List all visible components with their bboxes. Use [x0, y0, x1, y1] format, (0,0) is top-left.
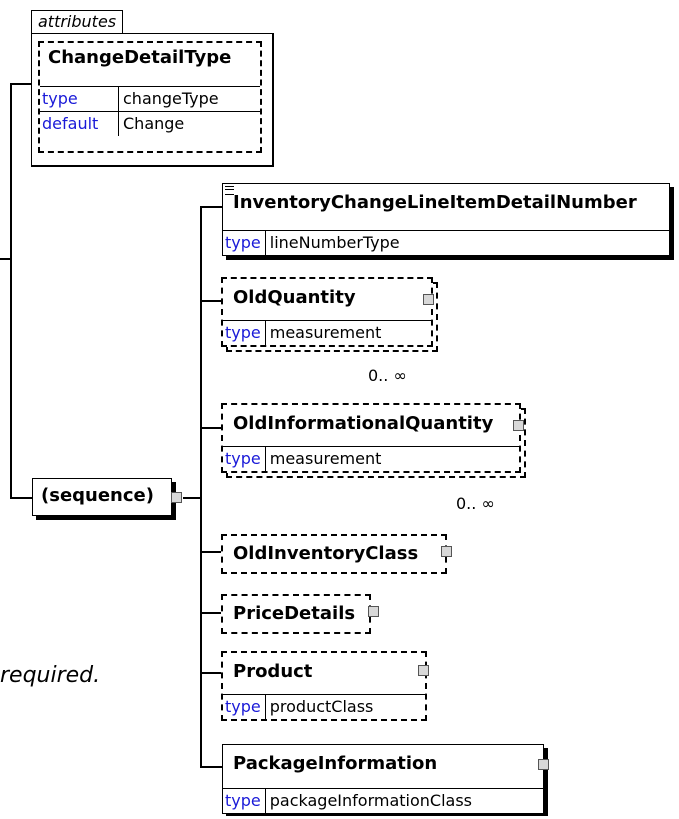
type-key: type — [223, 447, 266, 471]
price-details-expander-icon[interactable] — [368, 606, 379, 617]
element-name: OldInventoryClass — [233, 543, 419, 564]
old-informational-quantity-cardinality: 0.. ∞ — [456, 494, 495, 513]
connector-el-5 — [200, 612, 222, 614]
connector-sequence-vertical — [200, 206, 202, 766]
old-informational-quantity-expander-icon[interactable] — [513, 420, 524, 431]
old-quantity-cardinality: 0.. ∞ — [368, 366, 407, 385]
element-type-row: type productClass — [223, 694, 425, 719]
attributes-panel: ChangeDetailType type changeType default… — [31, 33, 274, 167]
connector-sequence-out — [183, 497, 200, 499]
required-note: required. — [0, 663, 101, 688]
sequence-node[interactable]: (sequence) — [32, 478, 172, 516]
type-value: packageInformationClass — [269, 791, 473, 810]
attribute-row-type: type changeType — [40, 87, 260, 112]
element-type-row: type packageInformationClass — [223, 788, 543, 813]
type-key: type — [223, 789, 266, 813]
type-key: type — [223, 695, 266, 719]
element-type-row: type lineNumberType — [223, 230, 669, 255]
old-quantity-expander-icon[interactable] — [423, 294, 434, 305]
sequence-label: (sequence) — [41, 485, 154, 506]
attribute-value: Change — [123, 114, 185, 133]
old-inventory-class-expander-icon[interactable] — [441, 546, 452, 557]
attributes-type-box[interactable]: ChangeDetailType type changeType default… — [38, 41, 262, 153]
element-name: PriceDetails — [233, 603, 356, 624]
connector-to-sequence — [10, 497, 32, 499]
element-inventory-change-line-item-detail-number[interactable]: InventoryChangeLineItemDetailNumber type… — [222, 183, 670, 256]
element-price-details[interactable]: PriceDetails — [221, 594, 371, 634]
attributes-type-name: ChangeDetailType — [48, 47, 232, 68]
type-value: measurement — [269, 449, 382, 468]
element-name: Product — [233, 661, 313, 682]
connector-el-3 — [200, 427, 222, 429]
connector-left-stub — [0, 258, 11, 260]
connector-el-7 — [200, 766, 222, 768]
product-expander-icon[interactable] — [418, 665, 429, 676]
element-name: OldInformationalQuantity — [233, 413, 494, 434]
attribute-key: type — [40, 87, 119, 111]
element-old-informational-quantity[interactable]: OldInformationalQuantity type measuremen… — [221, 403, 521, 473]
connector-el-1 — [200, 206, 222, 208]
element-type-row: type measurement — [223, 446, 519, 471]
element-type-row: type measurement — [223, 320, 431, 345]
element-old-quantity[interactable]: OldQuantity type measurement — [221, 277, 433, 347]
element-name: PackageInformation — [233, 753, 438, 774]
attribute-row-default: default Change — [40, 112, 260, 136]
element-old-inventory-class[interactable]: OldInventoryClass — [221, 534, 447, 574]
connector-el-4 — [200, 551, 222, 553]
element-name: OldQuantity — [233, 287, 356, 308]
attribute-key: default — [40, 112, 119, 136]
type-value: productClass — [269, 697, 374, 716]
element-package-information[interactable]: PackageInformation type packageInformati… — [222, 744, 544, 814]
connector-el-2 — [200, 300, 222, 302]
type-value: lineNumberType — [269, 233, 400, 252]
type-key: type — [223, 321, 266, 345]
element-product[interactable]: Product type productClass — [221, 651, 427, 721]
type-key: type — [223, 231, 266, 255]
element-name: InventoryChangeLineItemDetailNumber — [233, 192, 637, 213]
connector-left-vertical — [10, 83, 12, 497]
attributes-rows: type changeType default Change — [40, 87, 260, 136]
package-information-expander-icon[interactable] — [538, 759, 549, 770]
attribute-value: changeType — [123, 89, 219, 108]
connector-el-6 — [200, 672, 222, 674]
attributes-tab: attributes — [31, 10, 124, 33]
mandatory-content-icon — [225, 186, 234, 195]
sequence-expander-icon[interactable] — [171, 492, 182, 503]
type-value: measurement — [269, 323, 382, 342]
